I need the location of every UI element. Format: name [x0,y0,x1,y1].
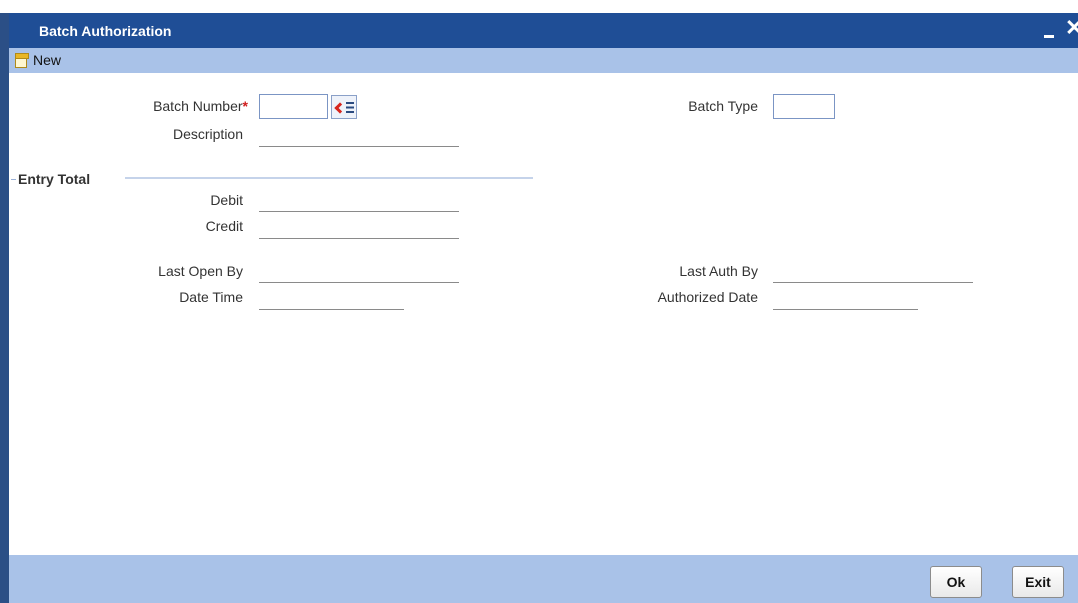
last-auth-by-input[interactable] [773,282,973,283]
required-marker: * [242,98,248,114]
last-open-by-input[interactable] [259,282,459,283]
minimize-icon[interactable] [1043,22,1057,40]
entry-total-section-label: Entry Total [18,171,91,187]
footer-bar: Ok Exit [0,555,1078,603]
new-button-label: New [33,52,62,68]
date-time-input[interactable] [259,309,404,310]
date-time-label: Date Time [179,289,243,305]
ok-button[interactable]: Ok [930,566,982,598]
debit-input[interactable] [259,211,459,212]
batch-type-input[interactable] [773,94,835,119]
batch-authorization-window: Batch Authorization ✕ New Batch Number* … [0,0,1078,603]
batch-number-label: Batch Number* [153,98,248,114]
window-title: Batch Authorization [39,23,172,39]
description-label: Description [172,126,243,142]
new-button[interactable]: New [15,52,61,68]
exit-button[interactable]: Exit [1012,566,1064,598]
new-document-icon [15,52,29,68]
batch-number-input[interactable] [259,94,328,119]
lov-search-icon[interactable] [331,95,357,119]
debit-label: Debit [210,192,243,208]
batch-type-label: Batch Type [688,98,758,114]
close-icon[interactable]: ✕ [1065,16,1078,40]
authorized-date-label: Authorized Date [657,289,758,305]
description-input[interactable] [259,146,459,147]
form-area: Batch Number* Batch Type Description Ent… [0,73,1078,555]
section-divider-line [125,177,533,179]
section-divider [11,179,16,180]
last-open-by-label: Last Open By [158,263,243,279]
toolbar: New [0,48,1078,73]
title-bar[interactable]: Batch Authorization ✕ [0,13,1078,48]
last-auth-by-label: Last Auth By [679,263,758,279]
credit-label: Credit [205,218,243,234]
credit-input[interactable] [259,238,459,239]
authorized-date-input[interactable] [773,309,918,310]
